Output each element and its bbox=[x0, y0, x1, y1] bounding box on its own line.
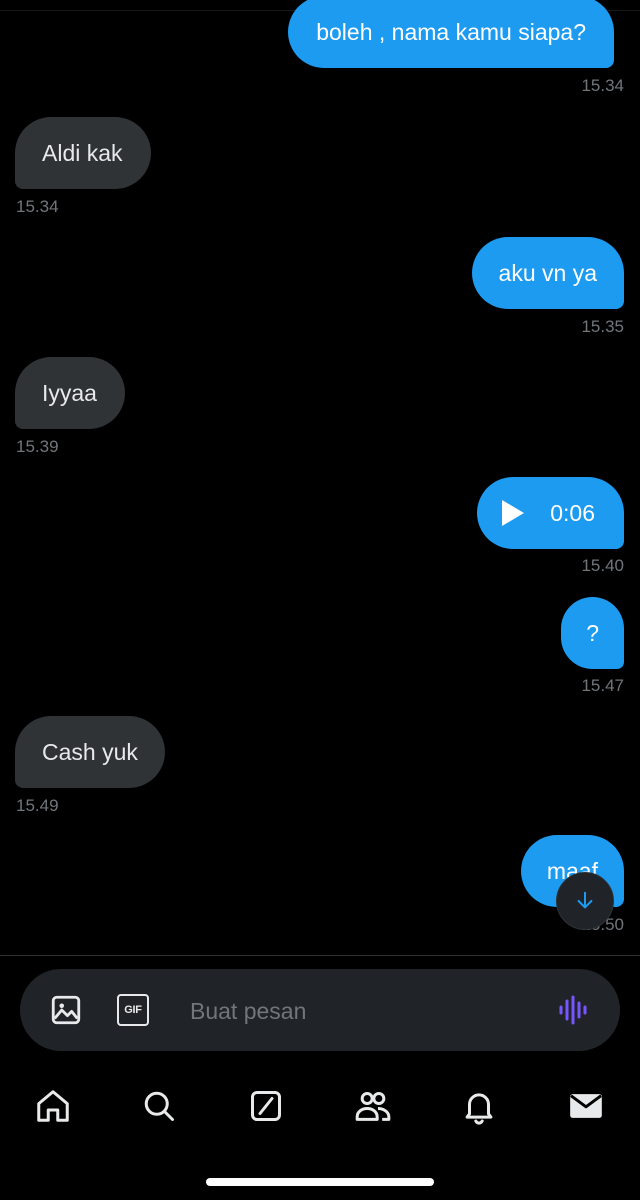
voice-record-button[interactable] bbox=[554, 991, 592, 1029]
scroll-to-bottom-button[interactable] bbox=[556, 872, 614, 930]
message-text: Cash yuk bbox=[42, 738, 138, 765]
message-bubble-outgoing[interactable]: boleh , nama kamu siapa? bbox=[288, 0, 614, 68]
message-input[interactable] bbox=[188, 989, 552, 1033]
gif-button[interactable]: GIF bbox=[114, 991, 152, 1029]
home-indicator bbox=[206, 1178, 434, 1186]
message-text: ? bbox=[586, 619, 599, 646]
play-icon[interactable] bbox=[502, 500, 525, 526]
nav-communities[interactable] bbox=[353, 1086, 393, 1126]
voice-message-bubble[interactable]: 0:06 bbox=[477, 477, 624, 549]
message-time: 15.39 bbox=[16, 437, 59, 456]
nav-grok[interactable] bbox=[246, 1086, 286, 1126]
search-icon bbox=[144, 1091, 174, 1121]
dm-conversation-screen: boleh , nama kamu siapa? 15.34 Aldi kak … bbox=[0, 0, 640, 1200]
notifications-icon bbox=[465, 1093, 493, 1125]
nav-notifications[interactable] bbox=[459, 1086, 499, 1126]
grok-icon bbox=[251, 1091, 281, 1121]
bottom-navigation bbox=[0, 1074, 640, 1136]
voice-duration: 0:06 bbox=[550, 499, 595, 526]
message-text: aku vn ya bbox=[498, 259, 597, 286]
message-time: 15.40 bbox=[581, 556, 624, 575]
composer-divider bbox=[0, 955, 640, 956]
message-text: Aldi kak bbox=[42, 139, 123, 166]
image-button[interactable] bbox=[47, 991, 85, 1029]
message-bubble-outgoing[interactable]: aku vn ya bbox=[471, 237, 624, 309]
message-time: 15.47 bbox=[581, 676, 624, 695]
message-time: 15.35 bbox=[581, 317, 624, 336]
message-time: 15.34 bbox=[581, 76, 624, 95]
message-text: boleh , nama kamu siapa? bbox=[316, 18, 586, 45]
message-bubble-incoming[interactable]: Cash yuk bbox=[15, 716, 165, 788]
gif-label: GIF bbox=[124, 1004, 142, 1016]
message-bubble-incoming[interactable]: Iyyaa bbox=[15, 357, 125, 429]
home-icon bbox=[37, 1090, 69, 1122]
gif-icon: GIF bbox=[117, 994, 149, 1026]
message-time: 15.34 bbox=[16, 197, 59, 216]
message-text: Iyyaa bbox=[42, 379, 97, 406]
image-icon bbox=[51, 995, 81, 1025]
communities-icon bbox=[355, 1092, 391, 1121]
arrow-down-icon bbox=[577, 891, 593, 909]
nav-search[interactable] bbox=[139, 1086, 179, 1126]
message-bubble-incoming[interactable]: Aldi kak bbox=[15, 117, 151, 189]
nav-messages[interactable] bbox=[566, 1086, 606, 1126]
nav-home[interactable] bbox=[33, 1086, 73, 1126]
messages-icon bbox=[570, 1094, 602, 1118]
voice-wave-icon bbox=[559, 995, 587, 1025]
message-bubble-outgoing[interactable]: ? bbox=[561, 597, 624, 669]
message-time: 15.49 bbox=[16, 796, 59, 815]
message-composer: GIF bbox=[20, 969, 620, 1051]
